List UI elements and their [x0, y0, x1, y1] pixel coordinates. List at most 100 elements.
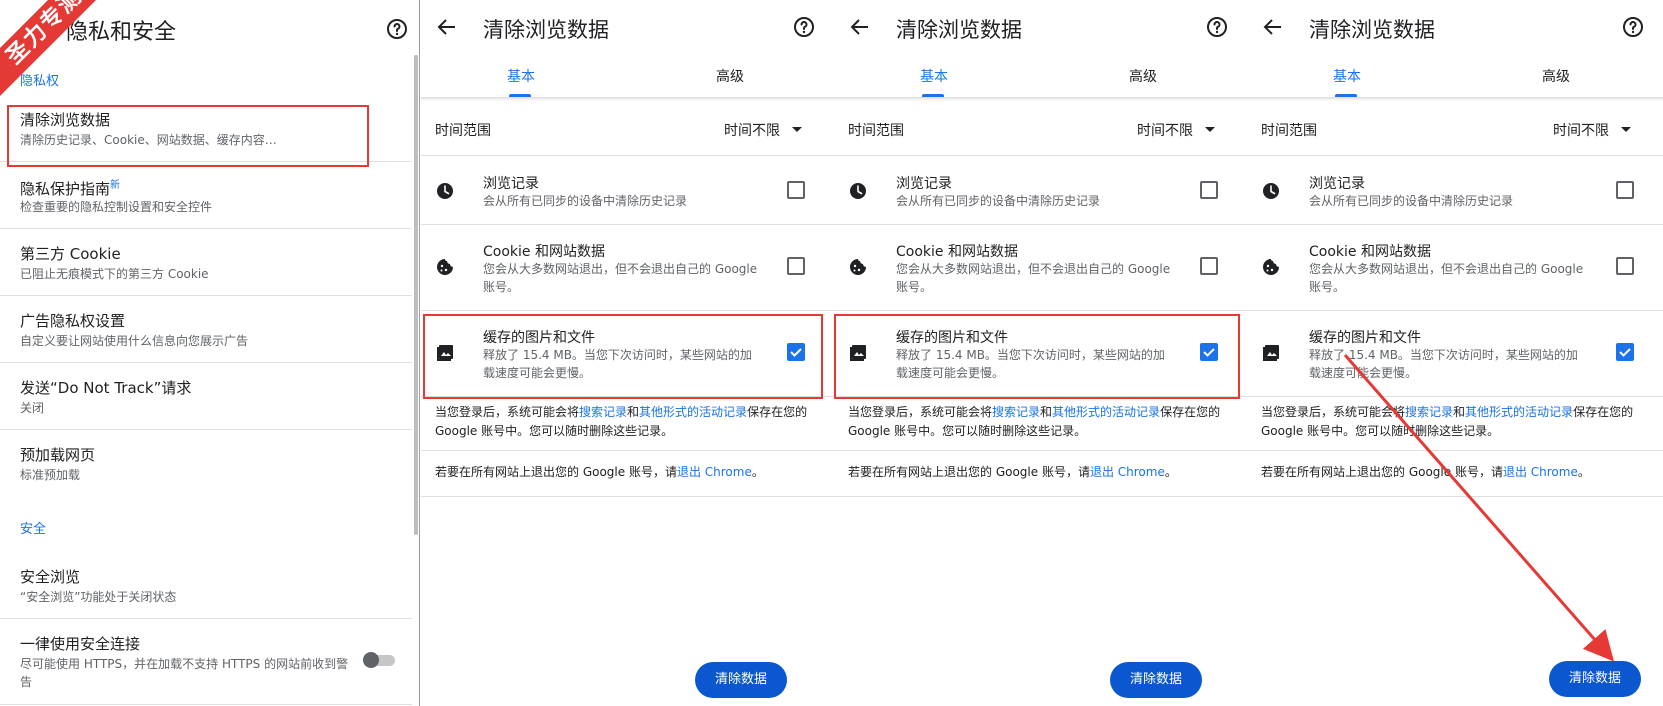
- clear-data-panel-1: 清除浏览数据 基本 高级 时间范围 时间不限 浏览记录 会从所有已同步的设备中清…: [421, 0, 834, 706]
- clear-data-button[interactable]: 清除数据: [1549, 661, 1641, 697]
- item-title: 发送“Do Not Track”请求: [20, 379, 192, 397]
- cookie-subtitle: 您会从大多数网站退出，但不会退出自己的 Google 账号。: [483, 262, 758, 294]
- clear-data-button[interactable]: 清除数据: [695, 662, 787, 698]
- cookie-checkbox[interactable]: [787, 257, 805, 275]
- tab-basic[interactable]: 基本: [920, 66, 948, 86]
- info-text: 若要在所有网站上退出您的 Google 账号，请: [848, 465, 1090, 479]
- back-arrow-icon[interactable]: [435, 15, 459, 39]
- cookie-title: Cookie 和网站数据: [896, 244, 1018, 260]
- divider: [421, 450, 834, 451]
- new-badge: 新: [110, 180, 121, 191]
- dropdown-caret-icon: [792, 127, 802, 132]
- https-toggle[interactable]: [363, 652, 397, 668]
- cookie-title: Cookie 和网站数据: [1309, 244, 1431, 260]
- help-icon[interactable]: [792, 15, 816, 39]
- clear-data-panel-2: 清除浏览数据 基本 高级 时间范围 时间不限 浏览记录 会从所有已同步的设备中清…: [834, 0, 1247, 706]
- do-not-track-item[interactable]: 发送“Do Not Track”请求 关闭: [0, 363, 412, 430]
- signout-info-text: 若要在所有网站上退出您的 Google 账号，请退出 Chrome。: [1261, 463, 1641, 482]
- history-checkbox[interactable]: [787, 181, 805, 199]
- dropdown-caret-icon: [1621, 127, 1631, 132]
- other-activity-link[interactable]: 其他形式的活动记录: [639, 405, 747, 419]
- item-title: 第三方 Cookie: [20, 245, 121, 263]
- section-security-label: 安全: [20, 522, 47, 537]
- cookie-checkbox[interactable]: [1616, 257, 1634, 275]
- item-subtitle: 尽可能使用 HTTPS，并在加载不支持 HTTPS 的网站前收到警告: [20, 657, 349, 689]
- cookie-option[interactable]: Cookie 和网站数据 您会从大多数网站退出，但不会退出自己的 Google …: [834, 225, 1247, 311]
- other-activity-link[interactable]: 其他形式的活动记录: [1052, 405, 1160, 419]
- history-option[interactable]: 浏览记录 会从所有已同步的设备中清除历史记录: [1247, 157, 1663, 225]
- ad-privacy-item[interactable]: 广告隐私权设置 自定义要让网站使用什么信息向您展示广告: [0, 296, 412, 363]
- history-title: 浏览记录: [1309, 176, 1365, 192]
- clear-data-panel-3: 清除浏览数据 基本 高级 时间范围 时间不限 浏览记录 会从所有已同步的设备中清…: [1247, 0, 1663, 706]
- signout-info-text: 若要在所有网站上退出您的 Google 账号，请退出 Chrome。: [848, 463, 1228, 482]
- cookie-title: Cookie 和网站数据: [483, 244, 605, 260]
- search-history-link[interactable]: 搜索记录: [1405, 405, 1453, 419]
- cookie-option[interactable]: Cookie 和网站数据 您会从大多数网站退出，但不会退出自己的 Google …: [1247, 225, 1663, 311]
- always-https-item[interactable]: 一律使用安全连接 尽可能使用 HTTPS，并在加载不支持 HTTPS 的网站前收…: [0, 619, 412, 705]
- help-icon[interactable]: [385, 17, 409, 41]
- signout-info-text: 若要在所有网站上退出您的 Google 账号，请退出 Chrome。: [435, 463, 815, 482]
- search-history-link[interactable]: 搜索记录: [992, 405, 1040, 419]
- search-history-link[interactable]: 搜索记录: [579, 405, 627, 419]
- tab-basic[interactable]: 基本: [507, 66, 535, 86]
- highlight-box: [834, 314, 1240, 399]
- tab-basic[interactable]: 基本: [1333, 66, 1361, 86]
- other-activity-link[interactable]: 其他形式的活动记录: [1465, 405, 1573, 419]
- item-title: 预加载网页: [20, 446, 96, 464]
- info-text: 。: [1577, 465, 1590, 479]
- history-option[interactable]: 浏览记录 会从所有已同步的设备中清除历史记录: [834, 157, 1247, 225]
- cookie-subtitle: 您会从大多数网站退出，但不会退出自己的 Google 账号。: [896, 262, 1171, 294]
- divider: [1247, 450, 1663, 451]
- info-text: 和: [1453, 405, 1466, 419]
- time-range-label: 时间范围: [848, 123, 904, 139]
- privacy-guide-item[interactable]: 隐私保护指南新 检查重要的隐私控制设置和安全控件: [0, 162, 412, 229]
- sign-out-chrome-link[interactable]: 退出 Chrome: [1503, 465, 1578, 479]
- cookie-checkbox[interactable]: [1200, 257, 1218, 275]
- info-text: 若要在所有网站上退出您的 Google 账号，请: [435, 465, 677, 479]
- item-subtitle: 标准预加载: [20, 468, 81, 482]
- info-text: 和: [1040, 405, 1053, 419]
- history-subtitle: 会从所有已同步的设备中清除历史记录: [896, 194, 1101, 208]
- info-text: 当您登录后，系统可能会将: [848, 405, 993, 419]
- page-title: 清除浏览数据: [483, 18, 609, 42]
- history-option[interactable]: 浏览记录 会从所有已同步的设备中清除历史记录: [421, 157, 834, 225]
- third-party-cookie-item[interactable]: 第三方 Cookie 已阻止无痕模式下的第三方 Cookie: [0, 229, 412, 296]
- highlight-box: [423, 314, 823, 399]
- clock-icon: [848, 181, 868, 201]
- sign-out-chrome-link[interactable]: 退出 Chrome: [677, 465, 752, 479]
- clear-data-header: 清除浏览数据: [834, 0, 1247, 58]
- item-title: 广告隐私权设置: [20, 312, 126, 330]
- history-title: 浏览记录: [896, 176, 952, 192]
- back-arrow-icon[interactable]: [1261, 15, 1285, 39]
- time-range-row[interactable]: 时间范围 时间不限: [421, 100, 834, 156]
- cookie-option[interactable]: Cookie 和网站数据 您会从大多数网站退出，但不会退出自己的 Google …: [421, 225, 834, 311]
- cache-option[interactable]: 缓存的图片和文件 释放了 15.4 MB。当您下次访问时，某些网站的加载速度可能…: [1247, 311, 1663, 397]
- page-title: 清除浏览数据: [896, 18, 1022, 42]
- cache-checkbox[interactable]: [1616, 343, 1634, 361]
- clear-data-button[interactable]: 清除数据: [1110, 662, 1202, 698]
- cookie-subtitle: 您会从大多数网站退出，但不会退出自己的 Google 账号。: [1309, 262, 1584, 294]
- image-icon: [1261, 343, 1281, 363]
- sign-out-chrome-link[interactable]: 退出 Chrome: [1090, 465, 1165, 479]
- tab-advanced[interactable]: 高级: [716, 66, 744, 86]
- safe-browsing-item[interactable]: 安全浏览 “安全浏览”功能处于关闭状态: [0, 552, 412, 619]
- item-title-text: 隐私保护指南: [20, 180, 111, 198]
- time-range-row[interactable]: 时间范围 时间不限: [1247, 100, 1663, 156]
- back-arrow-icon[interactable]: [848, 15, 872, 39]
- divider: [421, 496, 834, 497]
- preload-pages-item[interactable]: 预加载网页 标准预加载: [0, 430, 412, 497]
- help-icon[interactable]: [1621, 15, 1645, 39]
- divider: [834, 450, 1247, 451]
- history-checkbox[interactable]: [1200, 181, 1218, 199]
- history-title: 浏览记录: [483, 176, 539, 192]
- tab-advanced[interactable]: 高级: [1129, 66, 1157, 86]
- history-checkbox[interactable]: [1616, 181, 1634, 199]
- cache-subtitle: 释放了 15.4 MB。当您下次访问时，某些网站的加载速度可能会更慢。: [1309, 348, 1578, 380]
- item-subtitle: 自定义要让网站使用什么信息向您展示广告: [20, 334, 249, 348]
- time-range-row[interactable]: 时间范围 时间不限: [834, 100, 1247, 156]
- clear-data-header: 清除浏览数据: [421, 0, 834, 58]
- cache-title: 缓存的图片和文件: [1309, 330, 1421, 346]
- scrollbar[interactable]: [414, 55, 418, 535]
- help-icon[interactable]: [1205, 15, 1229, 39]
- tab-advanced[interactable]: 高级: [1542, 66, 1570, 86]
